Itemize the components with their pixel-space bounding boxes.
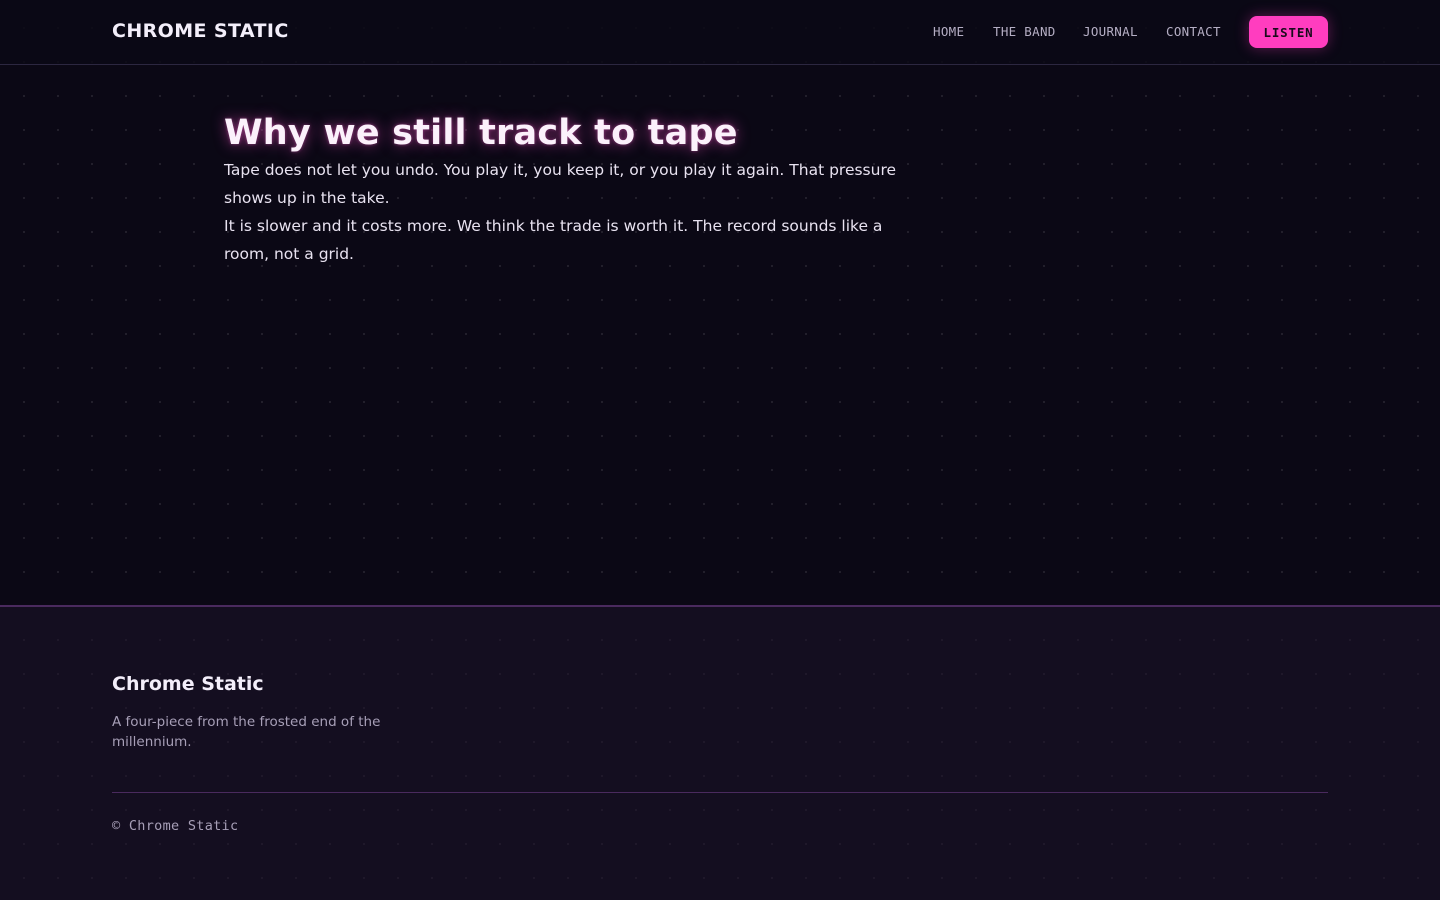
footer-divider xyxy=(112,792,1328,793)
nav-link-home[interactable]: HOME xyxy=(933,24,964,39)
article-paragraph: Tape does not let you undo. You play it,… xyxy=(224,161,897,207)
article-title: Why we still track to tape xyxy=(224,113,738,153)
nav-link-the-band[interactable]: THE BAND xyxy=(993,24,1056,39)
nav-link-contact[interactable]: CONTACT xyxy=(1166,24,1221,39)
site-header: CHROME STATIC HOME THE BAND JOURNAL CONT… xyxy=(0,0,1440,65)
nav-link-journal[interactable]: JOURNAL xyxy=(1083,24,1138,39)
footer-brand: Chrome Static xyxy=(112,673,264,695)
listen-button[interactable]: LISTEN xyxy=(1249,16,1328,48)
journal-article: Why we still track to tape Tape does not… xyxy=(224,110,924,268)
footer-tagline: A four-piece from the frosted end of the… xyxy=(112,714,381,750)
article-paragraph: It is slower and it costs more. We think… xyxy=(224,217,883,263)
copyright-text: © Chrome Static xyxy=(112,818,239,834)
main-nav: HOME THE BAND JOURNAL CONTACT xyxy=(0,24,1440,44)
site-footer: Chrome Static A four-piece from the fros… xyxy=(0,605,1440,900)
